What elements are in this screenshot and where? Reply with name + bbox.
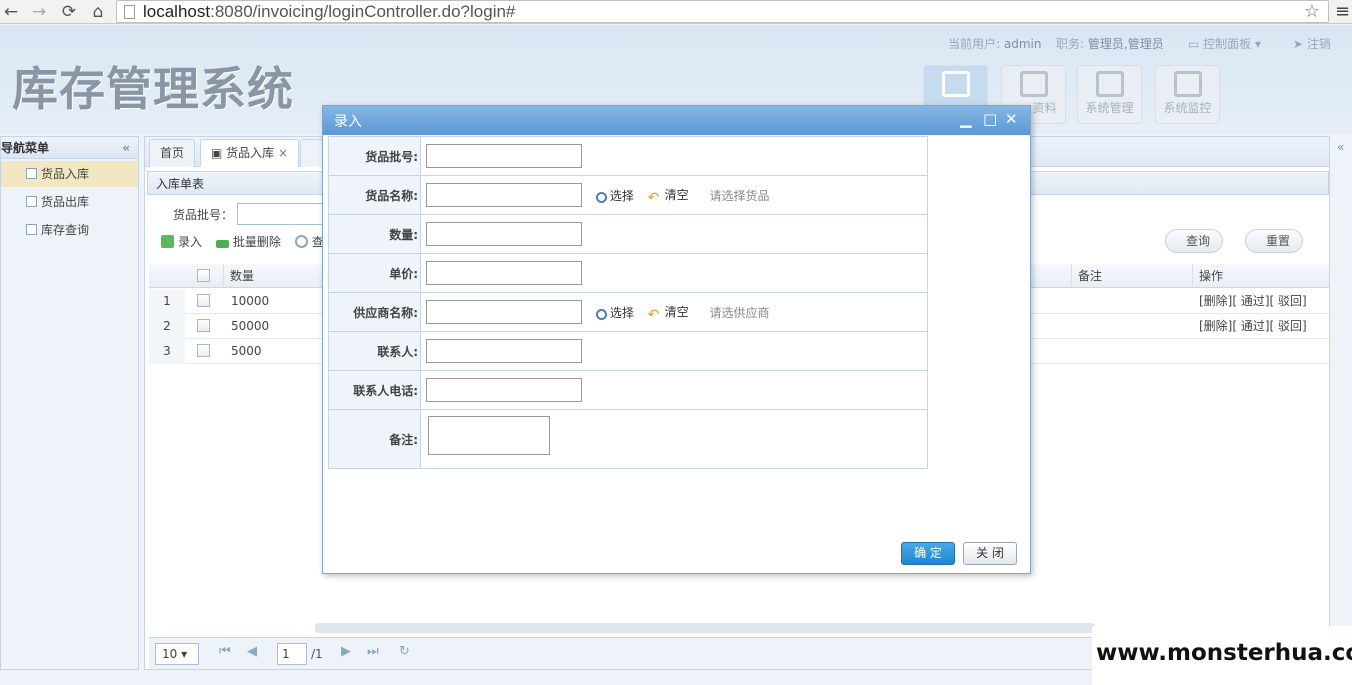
dialog-title: 录入 (334, 114, 362, 130)
contact-label: 联系人: (328, 331, 421, 371)
delete-icon (215, 240, 229, 248)
row-checkbox[interactable] (197, 294, 210, 307)
dialog-titlebar[interactable]: 录入 ▁ □ ✕ (323, 106, 1030, 135)
home-icon[interactable]: ⌂ (87, 1, 109, 23)
current-user: 当前用户: admin (948, 37, 1042, 51)
watermark: www.monsterhua.com (1096, 640, 1352, 666)
close-tab-icon[interactable]: × (278, 146, 288, 160)
undo-icon: ↶ (647, 307, 660, 323)
sidebar-item-stock-out[interactable]: 货品出库 (1, 189, 138, 215)
select-supplier-button[interactable]: 选择 (595, 304, 634, 321)
refresh-icon[interactable]: ↻ (399, 644, 410, 659)
query-toolbar-button[interactable]: 查 (294, 233, 324, 250)
tile-system-monitor[interactable]: 系统监控 (1155, 65, 1220, 124)
back-icon[interactable]: ← (0, 1, 22, 23)
column-remark[interactable]: 备注 (1071, 264, 1191, 288)
undo-icon: ↶ (647, 190, 660, 206)
close-icon[interactable]: ✕ (1005, 110, 1018, 128)
column-quantity[interactable]: 数量 (223, 264, 323, 288)
row-actions[interactable]: [删除][ 通过][ 驳回] (1199, 314, 1307, 339)
reload-icon[interactable]: ⟳ (58, 1, 80, 23)
edit-icon (1019, 71, 1048, 97)
goods-name-input[interactable] (426, 183, 582, 207)
forward-icon[interactable]: → (28, 1, 50, 23)
remark-label: 备注: (328, 409, 421, 469)
page-size-select[interactable]: 10 ▾ (155, 643, 199, 665)
maximize-icon[interactable]: □ (983, 110, 997, 128)
sidebar-item-stock-in[interactable]: 货品入库 (1, 161, 138, 187)
page-total: /1 (311, 647, 323, 661)
unit-price-input[interactable] (426, 261, 582, 285)
add-button[interactable]: 录入 (161, 233, 202, 250)
browser-menu-icon[interactable]: ≡ (1335, 1, 1350, 22)
batch-delete-button[interactable]: 批量删除 (215, 233, 281, 250)
grid-toolbar: 录入 批量删除 查 (161, 233, 334, 250)
monitor-icon (1173, 71, 1202, 97)
search-icon (595, 308, 607, 320)
supplier-name-label: 供应商名称: (328, 292, 421, 332)
horizontal-scrollbar[interactable] (315, 623, 1095, 633)
quantity-input[interactable] (426, 222, 582, 246)
query-button[interactable]: 查询 (1165, 229, 1224, 253)
close-button[interactable]: 关 闭 (963, 542, 1017, 565)
minimize-icon[interactable]: ▁ (960, 110, 972, 128)
page-icon (124, 5, 135, 19)
next-page-icon[interactable]: ▶ (341, 644, 351, 659)
goods-name-label: 货品名称: (328, 175, 421, 215)
edit-icon (941, 71, 970, 97)
clear-supplier-button[interactable]: ↶ 清空 (647, 303, 689, 323)
contact-input[interactable] (426, 339, 582, 363)
url-text: localhost:8080/invoicing/loginController… (143, 2, 516, 21)
app-title: 库存管理系统 (12, 62, 294, 116)
select-goods-button[interactable]: 选择 (595, 187, 634, 204)
page-icon (26, 196, 37, 207)
settings-icon (1095, 71, 1124, 97)
row-checkbox[interactable] (197, 344, 210, 357)
entry-dialog: 录入 ▁ □ ✕ 货品批号: 货品名称: 选择 ↶ 清空 请选择货品 数量: 单价… (322, 105, 1031, 574)
user-role: 职务: 管理员,管理员 (1056, 37, 1164, 51)
quantity-label: 数量: (328, 214, 421, 254)
entry-form: 货品批号: 货品名称: 选择 ↶ 清空 请选择货品 数量: 单价: 供应商名称: … (328, 136, 928, 469)
reset-button[interactable]: 重置 (1245, 229, 1304, 253)
add-icon (161, 235, 174, 248)
row-checkbox[interactable] (197, 319, 210, 332)
supplier-name-input[interactable] (426, 300, 582, 324)
prev-page-icon[interactable]: ◀ (247, 644, 257, 659)
address-bar[interactable]: localhost:8080/invoicing/loginController… (116, 0, 1329, 23)
collapse-right-icon[interactable]: « (1337, 140, 1344, 154)
clear-goods-button[interactable]: ↶ 清空 (647, 186, 689, 206)
sidebar-header: 导航菜单 « (1, 137, 138, 159)
remark-textarea[interactable] (428, 416, 550, 455)
last-page-icon[interactable]: ⏭ (367, 644, 379, 659)
tab-stock-in[interactable]: ▣ 货品入库 × (200, 139, 300, 167)
batch-number-label: 货品批号: (328, 136, 421, 176)
unit-price-label: 单价: (328, 253, 421, 293)
batch-number-input[interactable] (426, 144, 582, 168)
sidebar: 导航菜单 « 货品入库 货品出库 库存查询 (0, 136, 139, 670)
tile-system-manage[interactable]: 系统管理 (1077, 65, 1142, 124)
tab-home[interactable]: 首页 (149, 139, 196, 167)
control-panel-menu[interactable]: ▭ 控制面板 ▾ (1188, 35, 1261, 52)
page-icon (26, 224, 37, 235)
browser-toolbar: ← → ⟳ ⌂ localhost:8080/invoicing/loginCo… (0, 0, 1352, 24)
first-page-icon[interactable]: ⏮ (219, 644, 231, 659)
supplier-hint: 请选供应商 (709, 305, 770, 320)
page-icon (26, 168, 37, 179)
column-operation: 操作 (1192, 264, 1328, 288)
sidebar-item-inventory-query[interactable]: 库存查询 (1, 217, 138, 243)
contact-phone-label: 联系人电话: (328, 370, 421, 410)
goods-hint: 请选择货品 (709, 188, 770, 203)
logout-link[interactable]: ➤ 注销 (1293, 35, 1331, 52)
collapse-sidebar-icon[interactable]: « (122, 137, 130, 159)
page-number-input[interactable]: 1 (277, 643, 307, 665)
confirm-button[interactable]: 确 定 (901, 542, 955, 565)
row-actions[interactable]: [删除][ 通过][ 驳回] (1199, 289, 1307, 314)
bookmark-star-icon[interactable]: ☆ (1304, 1, 1320, 22)
select-all-checkbox[interactable] (197, 269, 210, 282)
search-icon (595, 191, 607, 203)
contact-phone-input[interactable] (426, 378, 582, 402)
search-icon (294, 235, 308, 248)
